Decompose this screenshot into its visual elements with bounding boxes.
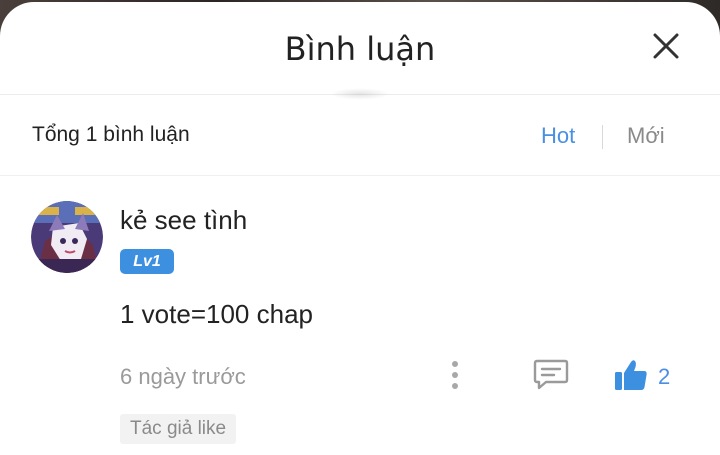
author-like-tag: Tác giả like	[120, 414, 237, 444]
more-icon[interactable]	[446, 360, 464, 390]
close-icon[interactable]	[650, 30, 682, 62]
comment-text: 1 vote=100 chap	[120, 299, 313, 329]
like-icon[interactable]	[614, 358, 648, 392]
like-count: 2	[658, 364, 671, 389]
sheet-header: Bình luận	[0, 2, 720, 95]
comment-time: 6 ngày trước	[120, 364, 246, 389]
comment-username[interactable]: kẻ see tình	[120, 205, 247, 236]
page-title: Bình luận	[284, 30, 436, 68]
sort-divider	[602, 125, 603, 149]
avatar[interactable]	[31, 201, 103, 273]
comments-sheet: Bình luận Tổng 1 bình luận Hot Mới kẻ se…	[0, 2, 720, 455]
reply-icon[interactable]	[533, 358, 569, 390]
comments-toolbar: Tổng 1 bình luận Hot Mới	[0, 95, 720, 176]
sort-new-tab[interactable]: Mới	[627, 123, 665, 149]
level-badge: Lv1	[120, 249, 174, 274]
sort-hot-tab[interactable]: Hot	[541, 123, 575, 149]
comment-count: Tổng 1 bình luận	[32, 123, 190, 146]
